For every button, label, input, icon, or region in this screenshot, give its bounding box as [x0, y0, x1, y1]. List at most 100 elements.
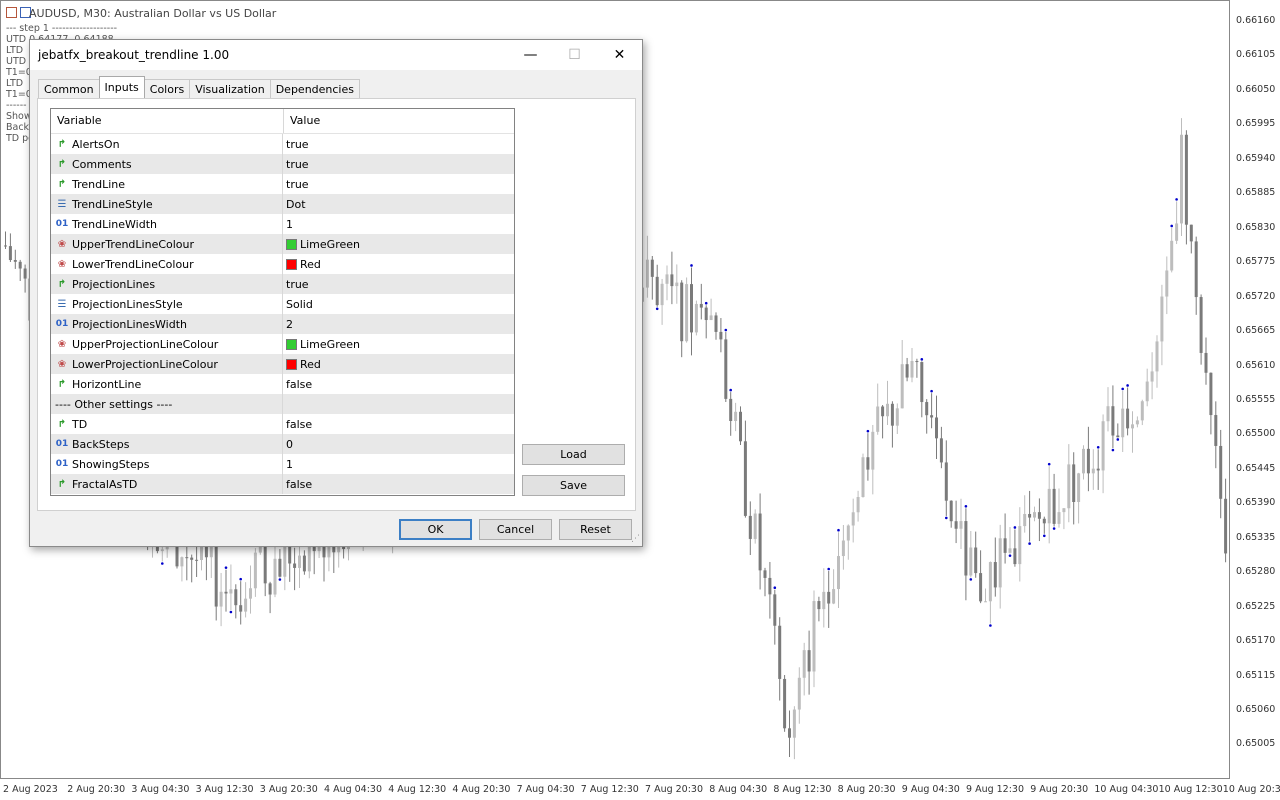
price-label: 0.65445 [1236, 462, 1276, 474]
input-row[interactable]: 01 ShowingSteps 1 [51, 454, 514, 474]
input-row[interactable]: 01 TrendLineWidth 1 [51, 214, 514, 234]
variable-cell: ↱ AlertsOn [51, 134, 283, 154]
chart-menu-icons[interactable] [6, 7, 31, 18]
dialog-titlebar[interactable]: jebatfx_breakout_trendline 1.00 — ☐ ✕ [30, 40, 642, 70]
candle-body [1150, 371, 1154, 382]
value-cell[interactable] [283, 394, 514, 414]
time-label: 9 Aug 04:30 [901, 784, 960, 795]
candle-body [268, 583, 272, 595]
value-cell[interactable]: Red [283, 354, 514, 374]
ok-button[interactable]: OK [399, 519, 472, 540]
input-row[interactable]: ↱ TD false [51, 414, 514, 434]
value-text: 0 [286, 437, 293, 451]
tab-dependencies[interactable]: Dependencies [269, 79, 360, 98]
candle-body [900, 364, 904, 409]
inputs-grid: Variable Value ↱ AlertsOn true ↱ Comments tru… [50, 108, 515, 496]
tab-visualization[interactable]: Visualization [189, 79, 271, 98]
close-button[interactable]: ✕ [597, 40, 642, 70]
candle-body [876, 406, 880, 432]
value-cell[interactable]: 1 [283, 454, 514, 474]
candle-body [1135, 420, 1139, 425]
price-label: 0.65335 [1236, 531, 1276, 543]
color-swatch[interactable] [286, 238, 297, 250]
value-cell[interactable]: false [283, 474, 514, 494]
tab-common[interactable]: Common [38, 79, 100, 98]
value-cell[interactable]: LimeGreen [283, 334, 514, 354]
candle-body [23, 268, 27, 279]
candle-body [871, 431, 875, 470]
time-label: 4 Aug 04:30 [324, 784, 383, 795]
tab-colors[interactable]: Colors [143, 79, 191, 98]
value-cell[interactable]: 2 [283, 314, 514, 334]
value-cell[interactable]: Dot [283, 194, 514, 214]
color-param-icon: ❀ [57, 238, 67, 250]
value-cell[interactable]: true [283, 274, 514, 294]
maximize-button[interactable]: ☐ [552, 40, 597, 70]
value-cell[interactable]: true [283, 154, 514, 174]
candle-body [263, 545, 267, 584]
input-row[interactable]: ↱ FractalAsTD false [51, 474, 514, 494]
color-swatch[interactable] [286, 258, 297, 270]
input-row[interactable]: ❀ LowerProjectionLineColour Red [51, 354, 514, 374]
candle-body [1033, 512, 1036, 518]
candle-body [670, 274, 674, 287]
time-label: 10 Aug 20:30 [1222, 784, 1280, 795]
input-row[interactable]: 01 ProjectionLinesWidth 2 [51, 314, 514, 334]
value-cell[interactable]: Solid [283, 294, 514, 314]
window-menu-icon[interactable] [6, 7, 17, 18]
input-row[interactable]: ---- Other settings ---- [51, 394, 514, 414]
column-variable[interactable]: Variable [51, 109, 284, 133]
grid-rows: ↱ AlertsOn true ↱ Comments true ↱ TrendLine true… [51, 134, 514, 494]
candle-body [1160, 296, 1164, 342]
input-row[interactable]: ↱ AlertsOn true [51, 134, 514, 154]
candle-body [714, 315, 718, 332]
input-row[interactable]: ↱ ProjectionLines true [51, 274, 514, 294]
input-row[interactable]: ☰ TrendLineStyle Dot [51, 194, 514, 214]
value-cell[interactable]: true [283, 134, 514, 154]
variable-cell: ---- Other settings ---- [51, 394, 283, 414]
value-cell[interactable]: false [283, 414, 514, 434]
time-label: 10 Aug 12:30 [1158, 784, 1223, 795]
value-cell[interactable]: true [283, 174, 514, 194]
candle-body [1175, 223, 1179, 241]
candle-body [293, 563, 297, 568]
value-cell[interactable]: false [283, 374, 514, 394]
input-row[interactable]: ❀ UpperProjectionLineColour LimeGreen [51, 334, 514, 354]
time-label: 8 Aug 20:30 [837, 784, 896, 795]
column-value[interactable]: Value [284, 109, 320, 133]
variable-name: TrendLine [72, 177, 126, 191]
color-swatch[interactable] [286, 338, 297, 350]
resize-grip-icon[interactable]: ⋰ [631, 534, 640, 544]
indicator-properties-dialog: jebatfx_breakout_trendline 1.00 — ☐ ✕ Co… [29, 39, 643, 547]
input-row[interactable]: 01 BackSteps 0 [51, 434, 514, 454]
reset-button[interactable]: Reset [559, 519, 632, 540]
candle-body [1042, 518, 1046, 524]
value-cell[interactable]: 1 [283, 214, 514, 234]
value-cell[interactable]: LimeGreen [283, 234, 514, 254]
candle-body [253, 552, 257, 589]
value-cell[interactable]: Red [283, 254, 514, 274]
candle-body [734, 411, 738, 421]
candle-body [959, 521, 963, 529]
candle-body [837, 556, 840, 590]
load-button[interactable]: Load [522, 444, 625, 465]
input-row[interactable]: ↱ HorizontLine false [51, 374, 514, 394]
tab-inputs[interactable]: Inputs [98, 76, 145, 98]
variable-cell: 01 BackSteps [51, 434, 283, 454]
candle-body [998, 538, 1002, 588]
input-row[interactable]: ↱ Comments true [51, 154, 514, 174]
fractal-dot [773, 586, 777, 590]
int-param-icon: 01 [55, 319, 69, 329]
input-row[interactable]: ↱ TrendLine true [51, 174, 514, 194]
save-button[interactable]: Save [522, 475, 625, 496]
color-swatch[interactable] [286, 358, 297, 370]
input-row[interactable]: ❀ LowerTrendLineColour Red [51, 254, 514, 274]
time-label: 3 Aug 12:30 [195, 784, 254, 795]
value-text: Dot [286, 197, 306, 211]
candle-body [1140, 401, 1144, 421]
value-cell[interactable]: 0 [283, 434, 514, 454]
minimize-button[interactable]: — [508, 40, 553, 70]
input-row[interactable]: ☰ ProjectionLinesStyle Solid [51, 294, 514, 314]
cancel-button[interactable]: Cancel [479, 519, 552, 540]
input-row[interactable]: ❀ UpperTrendLineColour LimeGreen [51, 234, 514, 254]
